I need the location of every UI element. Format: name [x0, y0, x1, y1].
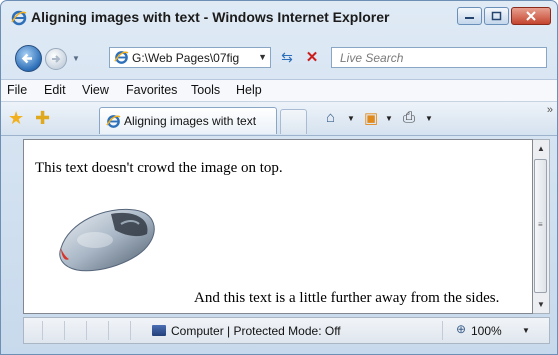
- computer-mouse-image: [59, 208, 155, 272]
- window-title: Aligning images with text - Windows Inte…: [31, 9, 390, 25]
- menu-file[interactable]: File: [7, 83, 27, 97]
- zoom-dropdown-icon[interactable]: ▼: [522, 326, 530, 335]
- menu-edit[interactable]: Edit: [44, 83, 66, 97]
- close-button[interactable]: [511, 7, 551, 25]
- minimize-icon: [465, 17, 474, 19]
- menu-bar: File Edit View Favorites Tools Help: [1, 79, 557, 102]
- scroll-grip-icon: ≡: [538, 220, 543, 229]
- home-dropdown-icon[interactable]: ▼: [347, 114, 355, 123]
- zoom-icon[interactable]: ⊕: [456, 322, 466, 336]
- text-bottom: And this text is a little further away f…: [194, 290, 500, 306]
- page-icon: [114, 51, 129, 64]
- address-bar[interactable]: G:\Web Pages\07fig ▼: [109, 47, 271, 68]
- maximize-icon: [491, 11, 502, 21]
- status-divider: [86, 321, 87, 340]
- refresh-icon: ⇆: [281, 49, 293, 65]
- print-icon[interactable]: ⎙: [403, 109, 415, 126]
- menu-tools[interactable]: Tools: [191, 83, 220, 97]
- menu-help[interactable]: Help: [236, 83, 262, 97]
- favorites-center-icon[interactable]: ★: [8, 108, 24, 129]
- feeds-icon[interactable]: ▣: [364, 109, 378, 127]
- minimize-button[interactable]: [457, 7, 482, 25]
- forward-arrow-icon: [52, 55, 61, 63]
- refresh-button[interactable]: ⇆: [276, 47, 298, 68]
- menu-favorites[interactable]: Favorites: [126, 83, 177, 97]
- browser-window: Aligning images with text - Windows Inte…: [0, 0, 558, 355]
- status-divider: [42, 321, 43, 340]
- status-divider: [130, 321, 131, 340]
- ie-logo-icon: [11, 10, 27, 26]
- feeds-dropdown-icon[interactable]: ▼: [385, 114, 393, 123]
- history-dropdown-icon[interactable]: ▼: [72, 54, 80, 63]
- security-zone-label[interactable]: Computer | Protected Mode: Off: [171, 324, 341, 338]
- computer-zone-icon: [152, 325, 166, 336]
- stop-button[interactable]: ✕: [301, 47, 323, 68]
- scroll-down-icon[interactable]: ▼: [533, 296, 549, 313]
- tab-label: Aligning images with text: [124, 114, 257, 128]
- tab-page-icon: [106, 115, 121, 128]
- zoom-level[interactable]: 100%: [471, 324, 502, 338]
- address-text: G:\Web Pages\07fig: [132, 51, 240, 65]
- home-icon[interactable]: ⌂: [326, 109, 335, 126]
- forward-button[interactable]: [45, 48, 67, 70]
- address-row: ▼ G:\Web Pages\07fig ▼ ⇆ ✕ Live Search: [1, 41, 557, 75]
- caption-buttons: [455, 7, 551, 27]
- menu-view[interactable]: View: [82, 83, 109, 97]
- search-input[interactable]: Live Search: [331, 47, 547, 68]
- status-divider: [64, 321, 65, 340]
- maximize-button[interactable]: [484, 7, 509, 25]
- search-placeholder: Live Search: [340, 51, 404, 65]
- new-tab-button[interactable]: [280, 109, 307, 134]
- scroll-thumb[interactable]: ≡: [534, 159, 547, 293]
- title-bar[interactable]: Aligning images with text - Windows Inte…: [1, 1, 557, 35]
- back-arrow-icon: [21, 53, 32, 64]
- back-button[interactable]: [15, 45, 42, 72]
- tab-bar: ★ ✚ Aligning images with text ⌂ ▼ ▣ ▼ ⎙ …: [1, 101, 557, 136]
- tab-aligning-images[interactable]: Aligning images with text: [99, 107, 277, 134]
- status-divider: [108, 321, 109, 340]
- more-commands-icon[interactable]: »: [547, 104, 553, 116]
- close-icon: [526, 11, 536, 21]
- add-favorites-icon[interactable]: ✚: [35, 108, 50, 129]
- print-dropdown-icon[interactable]: ▼: [425, 114, 433, 123]
- text-top: This text doesn't crowd the image on top…: [35, 160, 283, 176]
- status-bar: Computer | Protected Mode: Off ⊕ 100% ▼: [23, 317, 550, 344]
- scroll-up-icon[interactable]: ▲: [533, 140, 549, 157]
- address-dropdown-icon[interactable]: ▼: [258, 52, 267, 62]
- status-divider: [442, 321, 443, 340]
- stop-icon: ✕: [305, 49, 319, 66]
- page-content: This text doesn't crowd the image on top…: [23, 139, 533, 314]
- vertical-scrollbar[interactable]: ▲ ≡ ▼: [533, 139, 550, 314]
